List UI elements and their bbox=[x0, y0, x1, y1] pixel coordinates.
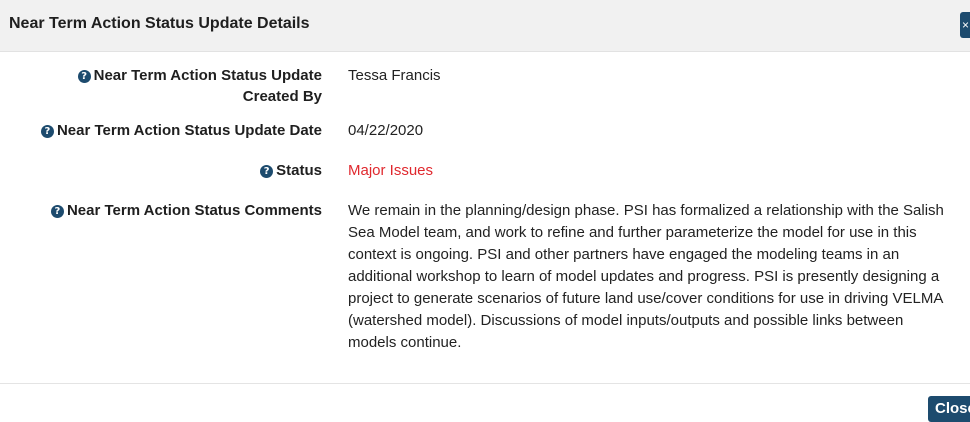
header-close-button[interactable]: × bbox=[960, 12, 970, 38]
modal-body: ? Near Term Action Status Update Created … bbox=[0, 52, 970, 383]
question-circle-icon[interactable]: ? bbox=[77, 70, 91, 83]
question-circle-icon[interactable]: ? bbox=[260, 165, 274, 178]
modal-header: Near Term Action Status Update Details × bbox=[0, 0, 970, 52]
field-label-text: Near Term Action Status Update Date bbox=[56, 122, 322, 139]
field-label-text: Near Term Action Status Comments bbox=[66, 202, 322, 219]
close-button[interactable]: Close bbox=[928, 396, 970, 422]
question-circle-icon[interactable]: ? bbox=[50, 205, 64, 218]
footer-divider bbox=[0, 383, 970, 384]
field-value-comments: We remain in the planning/design phase. … bbox=[348, 202, 944, 351]
field-label-status: ? Status bbox=[22, 160, 322, 181]
status-update-details-modal: Near Term Action Status Update Details ×… bbox=[0, 0, 970, 422]
field-label-text: Status bbox=[276, 162, 322, 179]
field-label-update-date: ? Near Term Action Status Update Date bbox=[22, 120, 322, 141]
question-circle-icon[interactable]: ? bbox=[40, 125, 54, 138]
field-value-created-by: Tessa Francis bbox=[348, 67, 441, 84]
status-badge: Major Issues bbox=[348, 162, 434, 179]
field-label-comments: ? Near Term Action Status Comments bbox=[22, 200, 322, 221]
modal-title: Near Term Action Status Update Details bbox=[9, 15, 310, 32]
field-value-update-date: 04/22/2020 bbox=[348, 122, 424, 139]
field-label-text: Near Term Action Status Update Created B… bbox=[93, 67, 322, 105]
field-label-created-by: ? Near Term Action Status Update Created … bbox=[22, 65, 322, 107]
